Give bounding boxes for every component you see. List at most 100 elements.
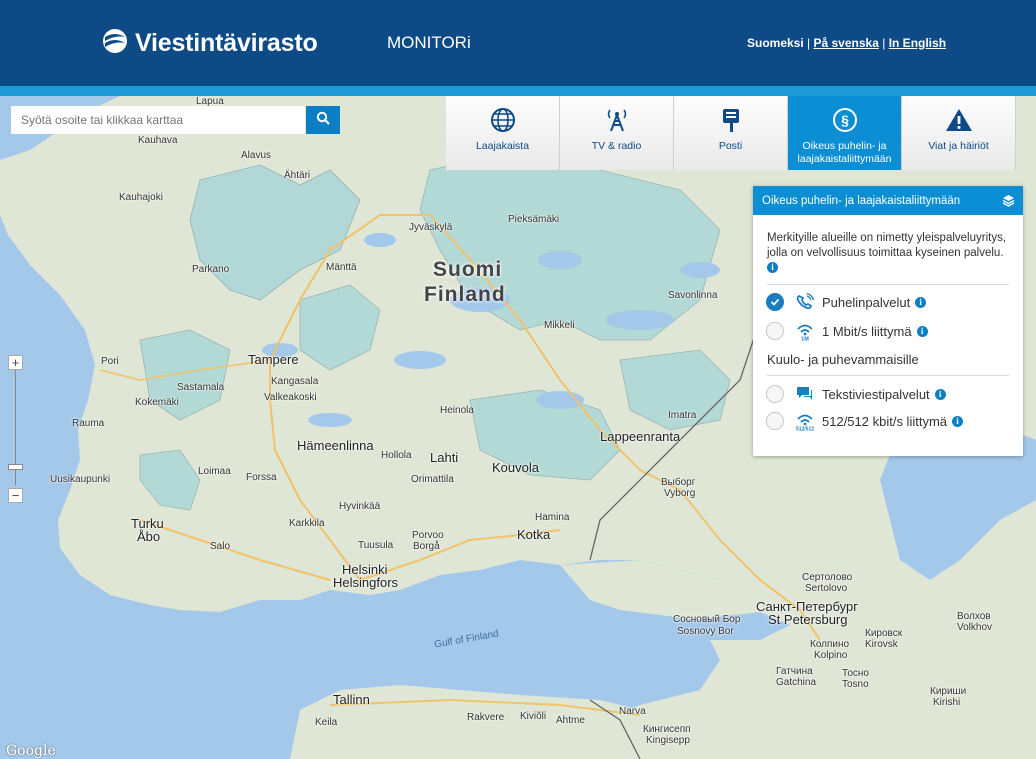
city-label: Hyvinkää bbox=[339, 501, 381, 512]
panel-description: Merkityille alueille on nimetty yleispal… bbox=[767, 232, 1007, 259]
svg-text:512/512: 512/512 bbox=[796, 427, 814, 432]
city-label: Кировск bbox=[865, 628, 903, 639]
city-label: Alavus bbox=[241, 150, 272, 161]
city-label: Gatchina bbox=[776, 677, 817, 688]
wifi-512-icon: 512/512 bbox=[794, 411, 816, 431]
city-label: Kokemäki bbox=[135, 397, 179, 408]
tab-tv-radio[interactable]: TV & radio bbox=[560, 96, 674, 170]
wifi-1m-icon: 1M bbox=[794, 321, 816, 341]
panel-subheading: Kuulo- ja puhevammaisille bbox=[767, 352, 919, 367]
brand-logo[interactable]: Viestintävirasto bbox=[101, 27, 318, 60]
option-1mbit[interactable]: 1M 1 Mbit/s liittymä i bbox=[766, 321, 928, 341]
search-button[interactable] bbox=[306, 106, 340, 134]
brand-name: Viestintävirasto bbox=[135, 29, 318, 57]
city-label: Sertolovo bbox=[805, 583, 848, 594]
language-link-english[interactable]: In English bbox=[889, 36, 946, 50]
city-label: St Petersburg bbox=[768, 612, 848, 627]
city-label: Kirovsk bbox=[865, 639, 898, 650]
divider bbox=[767, 284, 1009, 285]
law-paragraph-icon: § bbox=[832, 107, 858, 133]
tab-label: Laajakaista bbox=[475, 140, 530, 152]
search-box[interactable] bbox=[11, 106, 311, 134]
city-label: Kirishi bbox=[933, 697, 961, 708]
zoom-in-button[interactable]: + bbox=[8, 355, 23, 370]
city-label: Sosnovy Bor bbox=[677, 626, 734, 637]
chat-icon bbox=[794, 385, 816, 403]
city-label: Valkeakoski bbox=[264, 392, 317, 403]
city-label: Ähtäri bbox=[284, 170, 311, 181]
info-icon[interactable]: i bbox=[934, 388, 946, 400]
option-puhelinpalvelut[interactable]: Puhelinpalvelut i bbox=[766, 293, 927, 311]
app-name: MONITORi bbox=[387, 33, 471, 52]
tab-label: TV & radio bbox=[591, 140, 642, 152]
city-label: Loimaa bbox=[198, 466, 231, 477]
city-label: Parkano bbox=[192, 264, 230, 275]
city-label: Kouvola bbox=[492, 460, 539, 475]
city-label: Kotka bbox=[517, 527, 551, 542]
tab-label: Posti bbox=[718, 140, 743, 152]
language-switcher: Suomeksi | På svenska | In English bbox=[747, 36, 946, 50]
city-label: Hämeenlinna bbox=[297, 438, 374, 453]
option-label: Puhelinpalvelut bbox=[822, 294, 911, 310]
city-label: Kiviõli bbox=[520, 711, 547, 722]
city-label: Кингисепп bbox=[643, 724, 691, 735]
city-label: Kingisepp bbox=[646, 735, 690, 746]
city-label: Helsingfors bbox=[333, 575, 399, 590]
zoom-out-button[interactable]: − bbox=[8, 488, 23, 503]
warning-icon bbox=[945, 107, 973, 133]
city-label: Tampere bbox=[248, 352, 299, 367]
info-icon[interactable]: i bbox=[916, 325, 928, 337]
radio-unselected[interactable] bbox=[766, 322, 784, 340]
city-label: Porvoo bbox=[412, 530, 444, 541]
country-label-finland: Finland bbox=[424, 283, 506, 306]
layers-icon[interactable] bbox=[1002, 194, 1015, 210]
city-label: Kolpino bbox=[814, 650, 848, 661]
option-tekstiviestipalvelut[interactable]: Tekstiviestipalvelut i bbox=[766, 385, 946, 403]
radio-selected[interactable] bbox=[766, 293, 784, 311]
option-label: 512/512 kbit/s liittymä bbox=[822, 413, 948, 429]
tab-posti[interactable]: Posti bbox=[674, 96, 788, 170]
city-label: Uusikaupunki bbox=[50, 474, 111, 485]
tab-viat-hairiot[interactable]: Viat ja häiriöt bbox=[902, 96, 1016, 170]
tab-laajakaista[interactable]: Laajakaista bbox=[446, 96, 560, 170]
panel-description-block: Merkityille alueille on nimetty yleispal… bbox=[767, 231, 1009, 276]
city-label: Lahti bbox=[430, 450, 459, 465]
city-label: Heinola bbox=[440, 405, 474, 416]
city-label: Forssa bbox=[246, 472, 277, 483]
city-label: Сосновый Бор bbox=[673, 614, 741, 625]
city-label: Pieksämäki bbox=[508, 214, 560, 225]
language-current: Suomeksi bbox=[747, 36, 804, 50]
language-link-swedish[interactable]: På svenska bbox=[814, 36, 879, 50]
city-label: Keila bbox=[315, 717, 338, 728]
google-attribution: Google bbox=[6, 743, 56, 759]
search-input[interactable] bbox=[11, 106, 311, 134]
city-label: Sastamala bbox=[177, 382, 225, 393]
city-label: Åbo bbox=[137, 529, 161, 544]
phone-icon bbox=[794, 293, 816, 311]
radio-unselected[interactable] bbox=[766, 385, 784, 403]
svg-text:§: § bbox=[841, 112, 849, 128]
info-icon[interactable]: i bbox=[915, 296, 927, 308]
city-label: Rauma bbox=[72, 418, 105, 429]
tab-oikeus-liittymaan[interactable]: § Oikeus puhelin- ja laajakaistaliittymä… bbox=[788, 96, 902, 170]
site-header: Viestintävirasto MONITORi Suomeksi | På … bbox=[0, 0, 1036, 86]
panel-header: Oikeus puhelin- ja laajakaistaliittymään bbox=[753, 186, 1023, 215]
option-512kbit[interactable]: 512/512 512/512 kbit/s liittymä i bbox=[766, 411, 964, 431]
radio-unselected[interactable] bbox=[766, 412, 784, 430]
city-label: Ahtme bbox=[556, 715, 585, 726]
city-label: Savonlinna bbox=[668, 290, 718, 301]
search-icon bbox=[316, 111, 330, 130]
city-label: Tallinn bbox=[333, 692, 370, 707]
zoom-slider-handle[interactable] bbox=[8, 464, 23, 470]
tab-label: Oikeus puhelin- ja laajakaistaliittymään bbox=[797, 140, 892, 165]
info-icon[interactable]: i bbox=[952, 415, 964, 427]
city-label: Колпино bbox=[810, 639, 850, 650]
layer-panel: Oikeus puhelin- ja laajakaistaliittymään… bbox=[753, 186, 1023, 456]
info-icon[interactable]: i bbox=[767, 262, 778, 274]
city-label: Vyborg bbox=[664, 488, 696, 499]
city-label: Тосно bbox=[842, 668, 869, 679]
city-label: Tosno bbox=[842, 679, 869, 690]
city-label: Narva bbox=[619, 706, 646, 717]
city-label: Imatra bbox=[668, 410, 697, 421]
option-label: 1 Mbit/s liittymä bbox=[822, 323, 912, 339]
